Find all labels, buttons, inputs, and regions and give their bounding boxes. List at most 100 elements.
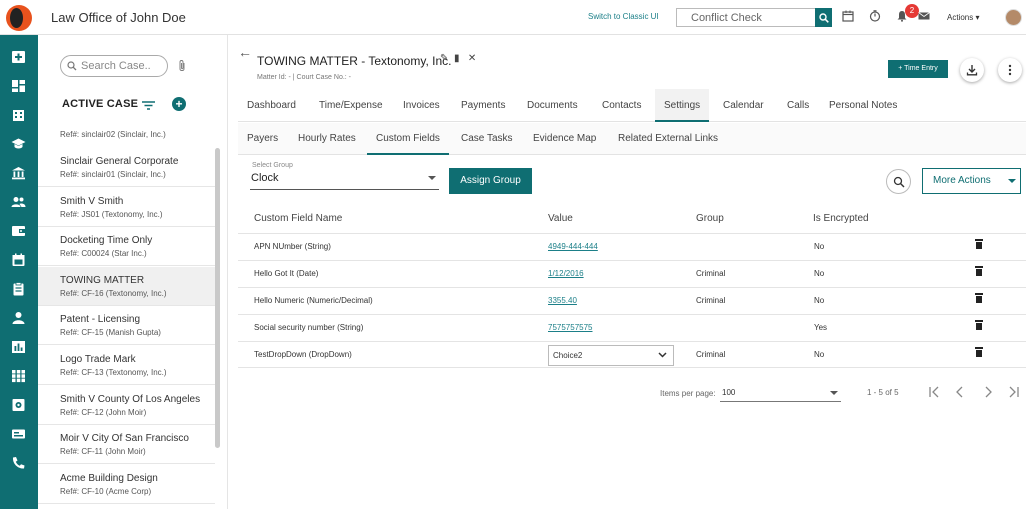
value-link[interactable]: 7575757575	[548, 323, 593, 332]
bank-icon[interactable]	[11, 166, 26, 180]
table-row: Social security number (String) 757575757…	[238, 314, 1026, 341]
assign-group-button[interactable]: Assign Group	[449, 168, 532, 194]
download-button[interactable]	[960, 58, 984, 82]
add-case-icon[interactable]: +	[172, 97, 186, 111]
encrypted-cell: No	[814, 242, 825, 251]
tab-invoices[interactable]: Invoices	[394, 89, 449, 122]
add-box-icon[interactable]	[11, 50, 26, 64]
person-icon[interactable]	[11, 311, 26, 325]
search-case-placeholder: Search Case..	[81, 60, 151, 72]
search-case-input[interactable]: Search Case..	[60, 55, 168, 77]
more-actions-button[interactable]: More Actions	[922, 168, 1021, 194]
user-avatar[interactable]	[1005, 9, 1022, 26]
settings-icon[interactable]	[11, 398, 26, 412]
tab-personal-notes[interactable]: Personal Notes	[820, 89, 906, 122]
field-name-cell: Hello Got It (Date)	[254, 269, 319, 278]
tab-settings[interactable]: Settings	[655, 89, 710, 122]
calendar-icon[interactable]	[11, 253, 26, 267]
delete-icon[interactable]	[975, 266, 983, 276]
wallet-icon[interactable]	[11, 224, 26, 238]
subtab-payers[interactable]: Payers	[238, 123, 287, 155]
building-icon[interactable]	[11, 108, 26, 122]
matter-tabs: Dashboard Time/Expense Invoices Payments Doc…	[238, 89, 1026, 122]
case-list-item[interactable]: Acme Building Design Ref#: CF-10 (Acme Co…	[38, 465, 215, 504]
value-link[interactable]: 3355.40	[548, 296, 577, 305]
tab-contacts[interactable]: Contacts	[593, 89, 650, 122]
delete-icon[interactable]	[975, 293, 983, 303]
subtab-custom-fields[interactable]: Custom Fields	[367, 123, 449, 155]
matter-actions: ✎ ▮ ✕	[440, 53, 476, 64]
field-name-cell: TestDropDown (DropDown)	[254, 350, 352, 359]
table-row: Hello Got It (Date) 1/12/2016 Criminal No	[238, 260, 1026, 287]
case-list-item[interactable]: Patent - Licensing Ref#: CF-15 (Manish Gu…	[38, 306, 215, 346]
contacts-icon[interactable]	[11, 195, 26, 209]
filter-icon[interactable]	[142, 101, 155, 110]
group-cell: Criminal	[696, 350, 726, 359]
subtab-evidence-map[interactable]: Evidence Map	[524, 123, 605, 155]
case-list-scrollbar[interactable]	[215, 148, 220, 448]
value-link[interactable]: 4949-444-444	[548, 242, 598, 251]
table-search-button[interactable]	[886, 169, 911, 194]
switch-classic-ui-link[interactable]: Switch to Classic UI	[588, 12, 659, 21]
timer-icon[interactable]	[869, 10, 881, 22]
mail-icon[interactable]	[918, 10, 930, 22]
case-list-item[interactable]: Sinclair General Corporate Ref#: sinclair…	[38, 148, 215, 187]
subtab-case-tasks[interactable]: Case Tasks	[452, 123, 522, 155]
phone-icon[interactable]	[11, 456, 26, 470]
delete-icon[interactable]	[975, 320, 983, 330]
case-list-item[interactable]: TOWING MATTER Ref#: CF-16 (Textonomy, Inc…	[38, 266, 215, 306]
card-icon[interactable]	[11, 427, 26, 441]
actions-menu[interactable]: Actions ▾	[947, 13, 979, 22]
delete-icon[interactable]	[975, 239, 983, 249]
first-page-icon[interactable]	[927, 385, 941, 399]
tab-dashboard[interactable]: Dashboard	[238, 89, 305, 122]
graduation-cap-icon[interactable]	[11, 137, 26, 151]
clipboard-icon[interactable]	[11, 282, 26, 296]
prev-page-icon[interactable]	[953, 385, 967, 399]
firm-logo[interactable]	[6, 5, 32, 31]
case-name: Smith V County Of Los Angeles	[60, 393, 201, 405]
dashboard-icon[interactable]	[11, 79, 26, 93]
time-entry-button[interactable]: + Time Entry	[888, 60, 948, 78]
select-group-dropdown[interactable]: Clock	[250, 172, 439, 190]
column-header: Value	[548, 213, 573, 224]
nav-rail	[0, 35, 38, 509]
tab-time-expense[interactable]: Time/Expense	[310, 89, 392, 122]
delete-icon[interactable]	[975, 347, 983, 357]
calendar-icon[interactable]	[842, 10, 854, 22]
last-page-icon[interactable]	[1007, 385, 1021, 399]
group-cell: Criminal	[696, 296, 726, 305]
subtab-related-external-links[interactable]: Related External Links	[609, 123, 727, 155]
tab-documents[interactable]: Documents	[518, 89, 587, 122]
group-cell: Criminal	[696, 269, 726, 278]
case-list-item[interactable]: Moir V City Of San Francisco Ref#: CF-11 …	[38, 425, 215, 465]
items-per-page-select[interactable]: 100	[720, 385, 841, 402]
conflict-check-input[interactable]: Conflict Check	[676, 8, 816, 27]
case-list-item[interactable]: Logo Trade Mark Ref#: CF-13 (Textonomy, I…	[38, 346, 215, 385]
case-list-item[interactable]: Docketing Time Only Ref#: C00024 (Star In…	[38, 227, 215, 267]
tab-calls[interactable]: Calls	[778, 89, 818, 122]
subtab-hourly-rates[interactable]: Hourly Rates	[289, 123, 365, 155]
case-ref: Ref#: CF-16 (Textonomy, Inc.)	[60, 288, 167, 298]
tab-calendar[interactable]: Calendar	[714, 89, 773, 122]
case-list-item[interactable]: Smith V Smith Ref#: JS01 (Textonomy, Inc.…	[38, 188, 215, 227]
value-link[interactable]: 1/12/2016	[548, 269, 584, 278]
caret-down-icon	[1008, 179, 1016, 183]
close-icon[interactable]: ✕	[468, 53, 476, 64]
select-group-label: Select Group	[252, 162, 293, 169]
bar-chart-icon[interactable]	[11, 340, 26, 354]
edit-icon[interactable]: ✎	[440, 53, 448, 64]
back-arrow-icon[interactable]: ←	[238, 44, 252, 60]
case-name: TOWING MATTER	[60, 274, 145, 286]
paperclip-icon[interactable]	[178, 59, 186, 72]
tab-payments[interactable]: Payments	[452, 89, 514, 122]
case-ref: Ref#: CF-11 (John Moir)	[60, 447, 146, 457]
value-select[interactable]: Choice2	[548, 345, 674, 366]
more-options-button[interactable]	[998, 58, 1022, 82]
trash-icon[interactable]: ▮	[454, 53, 460, 64]
case-list-item[interactable]: Smith V County Of Los Angeles Ref#: CF-12…	[38, 386, 215, 425]
apps-grid-icon[interactable]	[11, 369, 26, 383]
next-page-icon[interactable]	[981, 385, 995, 399]
conflict-search-button[interactable]	[815, 8, 832, 27]
field-name-cell: APN NUmber (String)	[254, 242, 331, 251]
